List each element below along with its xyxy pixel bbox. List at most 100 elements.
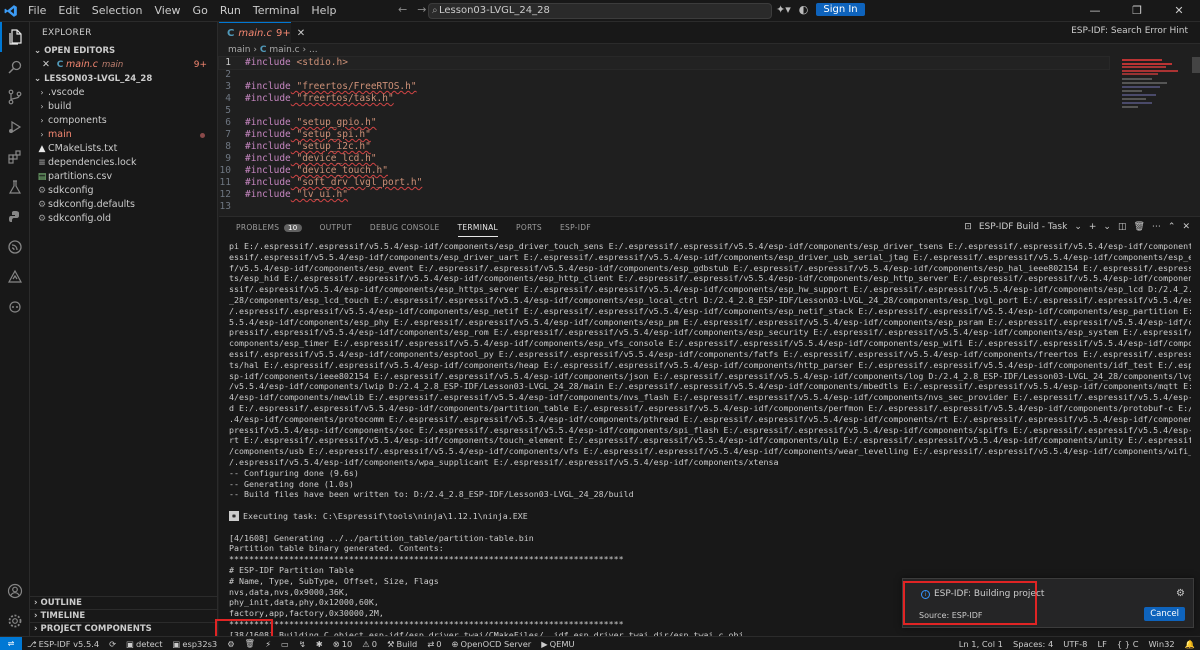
account-icon[interactable]: ◐ (799, 3, 809, 16)
tab-main-c[interactable]: C main.c 9+ ✕ (219, 22, 305, 44)
code-line[interactable]: 12 #include "lv_ui.h" (219, 189, 1119, 201)
tab-esp-idf[interactable]: ESP-IDF (551, 217, 600, 239)
minimize-button[interactable]: — (1074, 0, 1116, 22)
close-icon[interactable]: ✕ (1182, 222, 1190, 232)
terminal-task-label[interactable]: ESP-IDF Build - Task (979, 222, 1067, 232)
esp-idf-icon[interactable] (0, 232, 30, 262)
code-editor[interactable]: 1 #include <stdio.h> 2 3 #include "freerto… (218, 56, 1119, 213)
tab-terminal[interactable]: TERMINAL (449, 217, 508, 239)
tree-item-sdkconfig[interactable]: ⚙ sdkconfig (30, 184, 217, 198)
open-editor-main-c[interactable]: ✕ C main.c main 9+ (30, 58, 217, 72)
python-icon[interactable] (0, 202, 30, 232)
status-item[interactable]: ⊗ 10 (328, 638, 358, 649)
project-components-section[interactable]: › PROJECT COMPONENTS (30, 622, 218, 635)
remote-icon[interactable]: ⇌ (0, 636, 22, 650)
tree-item-sdkconfig-old[interactable]: ⚙ sdkconfig.old (30, 212, 217, 226)
code-line[interactable]: 13 (219, 201, 1119, 213)
plus-icon[interactable]: + (1089, 222, 1097, 232)
code-line[interactable]: 4 #include "freertos/task.h" (219, 93, 1119, 105)
trash-icon[interactable]: 🗑 (1133, 222, 1144, 232)
status-item[interactable]: ↯ (294, 638, 311, 649)
tab-output[interactable]: OUTPUT (311, 217, 361, 239)
close-icon[interactable]: ✕ (42, 58, 54, 72)
status-item[interactable]: ▣ detect (121, 638, 167, 649)
menu-go[interactable]: Go (187, 0, 214, 22)
status-item[interactable]: ▣ esp32s3 (168, 638, 223, 649)
account-activity-icon[interactable] (0, 576, 30, 606)
tree-item-build[interactable]: › build (30, 100, 217, 114)
status-item[interactable]: 🗑 (240, 638, 261, 649)
tree-item-partitions[interactable]: ▤ partitions.csv (30, 170, 217, 184)
timeline-section[interactable]: › TIMELINE (30, 609, 218, 622)
code-line[interactable]: 3 #include "freertos/FreeRTOS.h" (219, 81, 1119, 93)
editor-scrollbar[interactable] (1192, 57, 1200, 73)
project-section[interactable]: ⌄ LESSON03-LVGL_24_28 (30, 72, 217, 86)
status-right-item[interactable]: Win32 (1144, 639, 1180, 649)
status-right-item[interactable]: LF (1092, 639, 1111, 649)
command-center[interactable]: ⌕ Lesson03-LVGL_24_28 (428, 3, 772, 19)
status-right-item[interactable]: UTF-8 (1058, 639, 1092, 649)
more-icon[interactable]: ⋯ (1152, 222, 1161, 232)
gear-icon[interactable]: ⚙ (1176, 588, 1185, 599)
status-item[interactable]: ⇄ 0 (422, 638, 446, 649)
source-control-icon[interactable] (0, 82, 30, 112)
close-window-button[interactable]: ✕ (1158, 0, 1200, 22)
status-item[interactable]: ⊕ OpenOCD Server (447, 638, 537, 649)
search-error-hint[interactable]: ESP-IDF: Search Error Hint (1071, 26, 1188, 36)
menu-help[interactable]: Help (305, 0, 342, 22)
menu-terminal[interactable]: Terminal (247, 0, 306, 22)
code-line[interactable]: 11 #include "soft_drv_lvgl_port.h" (219, 177, 1119, 189)
tab-ports[interactable]: PORTS (507, 217, 551, 239)
menu-edit[interactable]: Edit (52, 0, 85, 22)
tab-debug-console[interactable]: DEBUG CONSOLE (361, 217, 449, 239)
open-editors-section[interactable]: ⌄ OPEN EDITORS (30, 44, 217, 58)
copilot-icon[interactable]: ✦▾ (776, 3, 791, 16)
status-item[interactable]: ⚒ Build (382, 638, 422, 649)
menu-selection[interactable]: Selection (86, 0, 149, 22)
status-item[interactable]: ⚠ 0 (357, 638, 382, 649)
code-line[interactable]: 5 (219, 105, 1119, 117)
maximize-panel-icon[interactable]: ⌃ (1168, 222, 1176, 232)
alien-extension-icon[interactable] (0, 292, 30, 322)
code-line[interactable]: 7 #include "setup_spi.h" (219, 129, 1119, 141)
status-item[interactable]: ▶ QEMU (536, 638, 579, 649)
chevron-down-icon[interactable]: ⌄ (1074, 222, 1082, 232)
breadcrumb-tail[interactable]: ... (309, 45, 318, 55)
minimap[interactable] (1120, 57, 1192, 212)
status-item[interactable]: ⚙ (222, 638, 239, 649)
run-debug-icon[interactable] (0, 112, 30, 142)
search-activity-icon[interactable] (0, 52, 30, 82)
bell-icon[interactable]: 🔔 (1180, 639, 1200, 650)
extensions-icon[interactable] (0, 142, 30, 172)
tree-item-main[interactable]: › main (30, 128, 217, 142)
code-line[interactable]: 9 #include "device_lcd.h" (219, 153, 1119, 165)
status-item[interactable]: ⚡ (260, 638, 276, 649)
outline-section[interactable]: › OUTLINE (30, 596, 218, 609)
menu-file[interactable]: File (22, 0, 52, 22)
status-right-item[interactable]: Ln 1, Col 1 (954, 639, 1008, 649)
cancel-button[interactable]: Cancel (1144, 607, 1185, 621)
forward-arrow-icon[interactable]: → (417, 3, 426, 16)
tab-problems[interactable]: PROBLEMS 10 (227, 217, 311, 239)
tree-item-dependencies[interactable]: ≡ dependencies.lock (30, 156, 217, 170)
menu-view[interactable]: View (148, 0, 186, 22)
menu-run[interactable]: Run (214, 0, 247, 22)
maximize-button[interactable]: ❐ (1116, 0, 1158, 22)
idf-component-icon[interactable] (0, 262, 30, 292)
tree-item-components[interactable]: › components (30, 114, 217, 128)
status-item[interactable]: ✱ (311, 638, 328, 649)
breadcrumb-file[interactable]: main.c (269, 45, 299, 55)
code-line[interactable]: 1 #include <stdio.h> (218, 56, 1110, 70)
status-right-item[interactable]: { } C (1112, 639, 1144, 649)
code-line[interactable]: 2 (219, 69, 1119, 81)
status-right-item[interactable]: Spaces: 4 (1008, 639, 1058, 649)
tree-item-vscode[interactable]: › .vscode (30, 86, 217, 100)
sign-in-button[interactable]: Sign In (816, 3, 865, 16)
breadcrumb-folder[interactable]: main (228, 45, 251, 55)
back-arrow-icon[interactable]: ← (398, 3, 407, 16)
status-item[interactable]: ⟳ (104, 638, 121, 649)
tree-item-cmakelists[interactable]: ▲ CMakeLists.txt (30, 142, 217, 156)
status-item[interactable]: ⎇ ESP-IDF v5.5.4 (22, 638, 104, 649)
testing-icon[interactable] (0, 172, 30, 202)
close-icon[interactable]: ✕ (297, 28, 305, 39)
